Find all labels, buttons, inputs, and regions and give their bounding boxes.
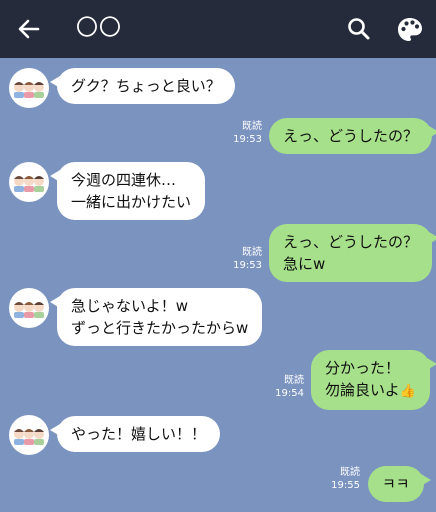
- message-meta: 既読 19:53: [222, 120, 262, 146]
- read-receipt: 既読: [284, 375, 304, 386]
- message-text: ずっと行きたかったからw: [71, 319, 249, 337]
- message-bubble[interactable]: えっ、どうしたの？: [269, 118, 436, 154]
- message-bubble[interactable]: ㅋㅋ: [368, 466, 431, 502]
- message-text-with-emoji: 勿論良いよ👍: [325, 379, 416, 403]
- chat-header: 〇〇: [0, 0, 436, 58]
- message-text: ㅋㅋ: [382, 475, 410, 493]
- message-time: 19:54: [275, 388, 304, 399]
- chat-title: 〇〇: [76, 16, 123, 41]
- message-text: 一緒に出かけたい: [71, 193, 192, 211]
- message-bubble[interactable]: 急じゃないよ！w ずっと行きたかったからw: [49, 288, 263, 346]
- avatar[interactable]: [9, 415, 49, 455]
- avatar[interactable]: [9, 68, 49, 108]
- read-receipt: 既読: [340, 467, 360, 478]
- message-text: 勿論良いよ: [325, 381, 400, 399]
- message-bubble[interactable]: えっ、どうしたの？ 急にw: [269, 224, 436, 282]
- message-text: えっ、どうしたの？: [283, 127, 419, 145]
- palette-icon[interactable]: [396, 16, 424, 44]
- message-text: グク？ちょっと良い？: [71, 77, 221, 95]
- message-text: 急じゃないよ！w: [71, 297, 188, 315]
- search-icon[interactable]: [346, 16, 372, 42]
- message-bubble[interactable]: やった！嬉しい！！: [49, 416, 221, 452]
- message-time: 19:55: [331, 480, 360, 491]
- read-receipt: 既読: [242, 247, 262, 258]
- message-text: 分かった！: [325, 359, 401, 377]
- message-bubble[interactable]: 今週の四連休… 一緒に出かけたい: [49, 162, 206, 220]
- avatar[interactable]: [9, 162, 49, 202]
- message-text: えっ、どうしたの？: [283, 233, 419, 251]
- avatar[interactable]: [9, 288, 49, 328]
- back-arrow-icon[interactable]: [14, 15, 44, 43]
- message-text: 急にw: [283, 255, 326, 273]
- message-bubble[interactable]: 分かった！ 勿論良いよ👍: [311, 350, 436, 410]
- message-meta: 既読 19:55: [320, 466, 360, 492]
- thumbs-up-emoji: 👍: [399, 384, 416, 399]
- message-time: 19:53: [233, 134, 262, 145]
- message-bubble[interactable]: グク？ちょっと良い？: [50, 68, 235, 104]
- read-receipt: 既読: [242, 121, 262, 132]
- message-time: 19:53: [233, 260, 262, 271]
- message-text: やった！嬉しい！！: [71, 425, 207, 443]
- message-meta: 既読 19:53: [222, 246, 262, 272]
- message-meta: 既読 19:54: [264, 374, 304, 400]
- message-text: 今週の四連休…: [71, 171, 177, 189]
- message-list[interactable]: グク？ちょっと良い？ 既読 19:53 えっ、どうしたの？ 今週の四連休… 一緒…: [0, 58, 436, 512]
